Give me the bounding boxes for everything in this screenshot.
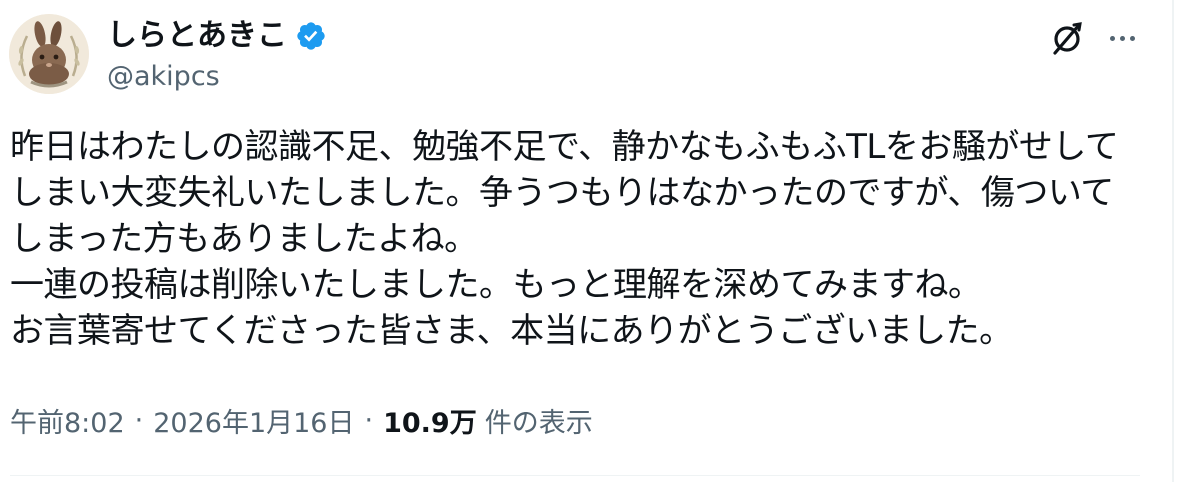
more-icon-dot (1129, 35, 1135, 41)
grok-icon (1053, 22, 1082, 55)
meta-separator: · (364, 404, 374, 436)
tweet-text-line: お言葉寄せてくださった皆さま、本当にありがとうございました。 (10, 311, 1013, 351)
tweet-text-line: しまい大変失礼いたしました。争うつもりはなかったのですが、傷ついて (10, 173, 1114, 213)
tweet-text-line: 一連の投稿は削除いたしました。もっと理解を深めてみますね。 (10, 265, 982, 305)
avatar[interactable] (9, 14, 89, 94)
tweet-text-line: しまった方もありましたよね。 (10, 219, 478, 259)
grok-button[interactable] (1046, 18, 1088, 60)
views-count: 10.9万 (383, 407, 477, 439)
views-label: 件の表示 (484, 407, 593, 439)
more-options-button[interactable] (1100, 18, 1144, 58)
tweet-date-link[interactable]: 2026年1月16日 (153, 401, 354, 440)
rabbit-avatar-image (9, 14, 89, 94)
column-border (1172, 0, 1174, 482)
more-icon-dot (1119, 35, 1125, 41)
meta-separator: · (134, 404, 144, 436)
author-handle[interactable]: @akipcs (107, 59, 220, 95)
tweet-meta: 午前8:02 · 2026年1月16日 · 10.9万 件の表示 (10, 400, 593, 440)
tweet-text: 昨日はわたしの認識不足、勉強不足で、静かなもふもふTLをお騒がせして しまい大変… (10, 124, 1160, 354)
tweet-time-link[interactable]: 午前8:02 (10, 401, 125, 440)
verified-badge-icon[interactable] (295, 20, 327, 52)
author-display-name[interactable]: しらとあきこ (107, 16, 287, 56)
divider (10, 475, 1140, 476)
tweet-card: しらとあきこ @akipcs 昨日はわたしの認識不足、勉強不足で、静かなもふもふ… (0, 0, 1172, 482)
more-icon (1109, 35, 1115, 41)
tweet-text-line: 昨日はわたしの認識不足、勉強不足で、静かなもふもふTLをお騒がせして (10, 127, 1119, 167)
author-name-row: しらとあきこ (107, 16, 327, 56)
